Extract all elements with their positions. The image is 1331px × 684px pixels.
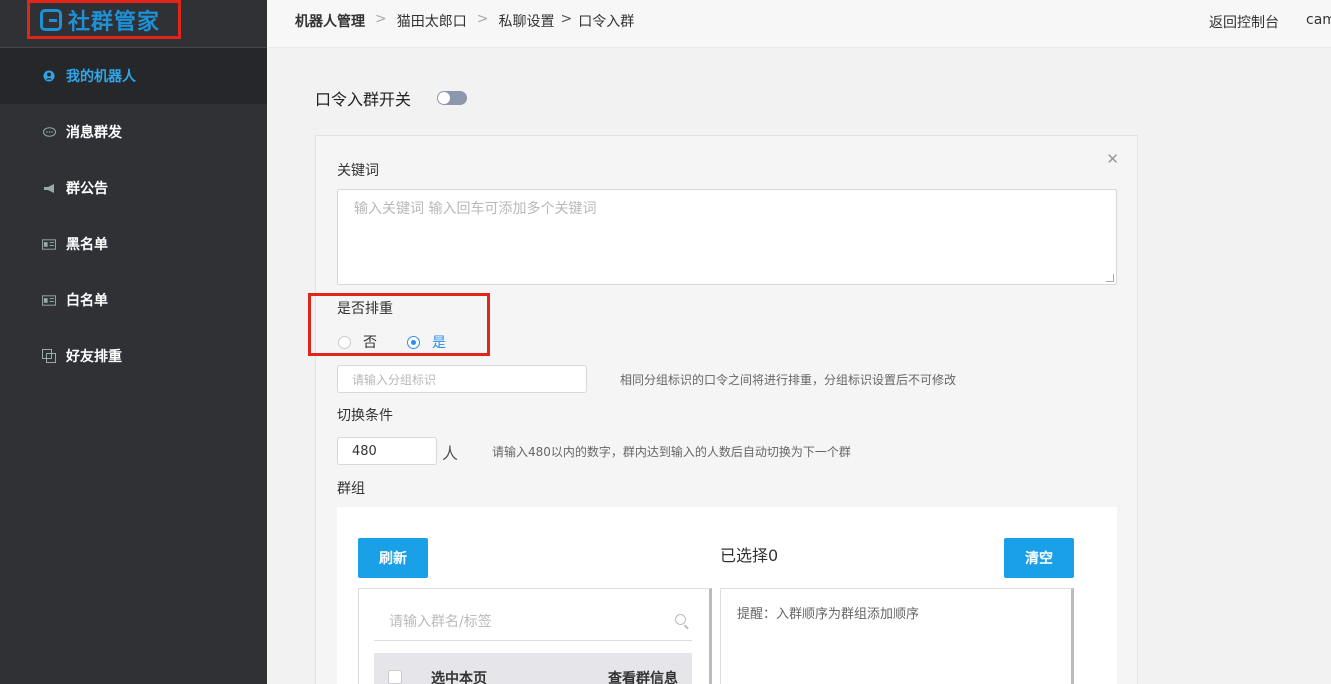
select-page-label: 选中本页 <box>431 671 487 684</box>
sidebar-item-my-robots[interactable]: 我的机器人 <box>0 48 267 104</box>
group-search-input[interactable]: 请输入群名/标签 <box>374 601 692 641</box>
keyword-placeholder: 输入关键词 输入回车可添加多个关键词 <box>354 201 597 217</box>
chat-bubble-icon <box>42 125 56 139</box>
sidebar-item-label: 白名单 <box>66 293 108 309</box>
close-icon[interactable]: ✕ <box>1106 150 1119 168</box>
switch-label: 口令入群开关 <box>315 90 412 109</box>
group-id-placeholder: 请输入分组标识 <box>352 372 437 387</box>
switch-condition-label: 切换条件 <box>337 408 393 424</box>
sidebar-item-group-notice[interactable]: 群公告 <box>0 160 267 216</box>
sidebar-item-whitelist[interactable]: 白名单 <box>0 272 267 328</box>
password-join-toggle[interactable] <box>437 91 468 105</box>
select-page-checkbox[interactable] <box>388 670 402 684</box>
dedup-yes-radio[interactable] <box>407 335 420 349</box>
id-card-icon <box>42 293 56 307</box>
breadcrumb-private-settings[interactable]: 私聊设置 <box>498 11 554 31</box>
logo[interactable]: 社群管家 <box>27 0 181 39</box>
sidebar-item-label: 好友排重 <box>66 349 122 365</box>
dedup-no-label[interactable]: 否 <box>363 332 377 352</box>
main-content: 口令入群开关 ✕ 关键词 输入关键词 输入回车可添加多个关键词 是否排重 否 是… <box>267 48 1331 684</box>
duplicate-icon <box>42 349 56 363</box>
group-search-placeholder: 请输入群名/标签 <box>389 613 492 630</box>
sidebar: 社群管家 我的机器人 消息群发 群公告 黑名单 白名单 好友排重 <box>0 0 267 684</box>
id-card-icon <box>42 237 56 251</box>
sidebar-item-blacklist[interactable]: 黑名单 <box>0 216 267 272</box>
back-to-console-link[interactable]: 返回控制台 <box>1209 12 1279 32</box>
group-list-header: 选中本页 查看群信息 <box>374 653 692 684</box>
group-panel: 刷新 已选择0 清空 请输入群名/标签 选中本页 查看群信息 提醒：入群顺序为群… <box>337 507 1117 684</box>
breadcrumb-separator: > <box>560 11 573 27</box>
switch-condition-input[interactable]: 480 <box>337 437 437 465</box>
resize-handle[interactable] <box>1106 274 1114 282</box>
breadcrumb-separator: > <box>476 11 489 27</box>
group-label: 群组 <box>337 481 365 497</box>
switch-condition-hint: 请输入480以内的数字，群内达到输入的人数后自动切换为下一个群 <box>492 445 851 459</box>
logo-icon <box>40 8 62 31</box>
switch-condition-value: 480 <box>352 443 377 459</box>
keyword-input[interactable]: 输入关键词 输入回车可添加多个关键词 <box>337 189 1117 285</box>
sidebar-item-label: 消息群发 <box>66 125 122 141</box>
breadcrumb-separator: > <box>375 11 387 27</box>
group-id-hint: 相同分组标识的口令之间将进行排重，分组标识设置后不可修改 <box>620 373 957 387</box>
group-list: 请输入群名/标签 选中本页 查看群信息 <box>358 588 712 684</box>
breadcrumb-current: 口令入群 <box>578 14 635 30</box>
password-join-switch-row: 口令入群开关 <box>315 86 468 110</box>
user-circle-icon <box>42 69 56 83</box>
search-icon[interactable] <box>675 614 686 625</box>
refresh-button[interactable]: 刷新 <box>358 538 428 578</box>
group-id-input[interactable]: 请输入分组标识 <box>337 365 587 393</box>
dedup-radio-group: 否 是 <box>338 332 476 352</box>
breadcrumb: 机器人管理 > 猫田太郎口 > 私聊设置 > 口令入群 <box>295 11 634 31</box>
switch-condition-unit: 人 <box>442 444 459 463</box>
settings-card: ✕ 关键词 输入关键词 输入回车可添加多个关键词 是否排重 否 是 请输入分组标… <box>308 135 1138 684</box>
top-header: 机器人管理 > 猫田太郎口 > 私聊设置 > 口令入群 返回控制台 cam <box>267 0 1331 48</box>
keyword-label: 关键词 <box>337 163 379 179</box>
clear-button[interactable]: 清空 <box>1004 538 1074 578</box>
breadcrumb-robot-name[interactable]: 猫田太郎口 <box>397 11 467 31</box>
breadcrumb-robot-management[interactable]: 机器人管理 <box>295 11 365 31</box>
view-group-info-label[interactable]: 查看群信息 <box>608 668 678 684</box>
dedup-no-radio[interactable] <box>338 335 351 349</box>
sidebar-item-mass-message[interactable]: 消息群发 <box>0 104 267 160</box>
selected-tip: 提醒：入群顺序为群组添加顺序 <box>737 607 920 622</box>
sidebar-item-friend-dedup[interactable]: 好友排重 <box>0 328 267 384</box>
logo-area: 社群管家 <box>0 0 267 48</box>
sidebar-item-label: 群公告 <box>66 181 108 197</box>
sidebar-item-label: 黑名单 <box>66 237 108 253</box>
selected-count: 已选择0 <box>720 546 779 565</box>
dedup-yes-label[interactable]: 是 <box>432 332 446 352</box>
logo-text: 社群管家 <box>68 9 161 35</box>
user-name[interactable]: cam <box>1306 12 1331 28</box>
selected-group-list: 提醒：入群顺序为群组添加顺序 <box>720 588 1074 684</box>
megaphone-icon <box>42 181 56 195</box>
sidebar-item-label: 我的机器人 <box>66 69 136 85</box>
dedup-label: 是否排重 <box>337 301 393 317</box>
